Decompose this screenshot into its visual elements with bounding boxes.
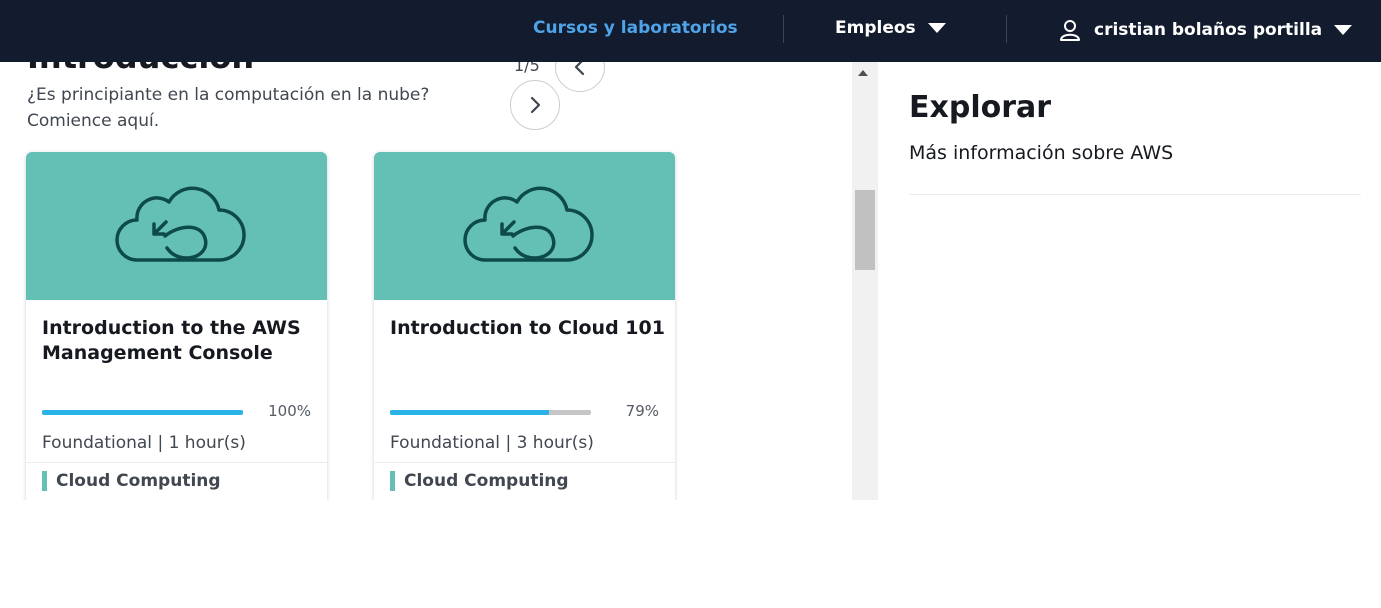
chevron-left-icon (574, 62, 585, 76)
tag-color-bar (42, 471, 47, 491)
progress-bar (42, 410, 243, 415)
vertical-scrollbar[interactable] (852, 62, 878, 500)
card-category-label: Cloud Computing (56, 471, 221, 491)
nav-separator (1006, 15, 1007, 43)
card-category-tag: Cloud Computing (390, 471, 569, 491)
caret-down-icon (927, 23, 946, 33)
card-divider (26, 462, 327, 463)
card-divider (374, 462, 675, 463)
progress-percent: 79% (625, 402, 659, 420)
user-name: cristian bolaños portilla (1094, 20, 1323, 40)
progress-bar (390, 410, 591, 415)
next-page-button[interactable] (510, 80, 560, 130)
progress-fill (390, 410, 549, 415)
nav-jobs-label: Empleos (835, 18, 916, 38)
course-carousel-section: Introducción 1/5 ¿Es principiante en la … (0, 62, 852, 500)
card-hero-image (26, 152, 327, 300)
scrollbar-thumb[interactable] (855, 190, 875, 270)
card-level-duration: Foundational | 1 hour(s) (42, 433, 246, 453)
course-card[interactable]: Introduction to the AWS Management Conso… (26, 152, 327, 500)
explore-panel: Explorar Más información sobre AWS (878, 62, 1381, 500)
nav-courses-link[interactable]: Cursos y laboratorios (533, 18, 738, 38)
progress-percent: 100% (268, 402, 311, 420)
cloud-icon (462, 186, 594, 262)
user-icon (1060, 20, 1080, 41)
previous-page-button[interactable] (555, 62, 605, 92)
course-card[interactable]: Introduction to Cloud 101 79% Foundation… (374, 152, 675, 500)
card-level-duration: Foundational | 3 hour(s) (390, 433, 594, 453)
card-title: Introduction to the AWS Management Conso… (42, 317, 301, 364)
tag-color-bar (390, 471, 395, 491)
chevron-right-icon (530, 96, 541, 114)
user-menu[interactable]: cristian bolaños portilla (1058, 18, 1353, 42)
card-title: Introduction to Cloud 101 (390, 317, 665, 339)
nav-separator (783, 15, 784, 43)
explore-link[interactable]: Más información sobre AWS (909, 142, 1173, 164)
card-category-tag: Cloud Computing (42, 471, 221, 491)
cloud-icon (114, 186, 246, 262)
progress-fill (42, 410, 243, 415)
nav-jobs-menu[interactable]: Empleos (835, 18, 946, 38)
explore-divider (909, 194, 1361, 195)
caret-down-icon (1334, 25, 1353, 35)
section-subtitle: ¿Es principiante en la computación en la… (27, 85, 430, 131)
section-title: Introducción (27, 62, 254, 76)
page-indicator: 1/5 (514, 62, 540, 75)
card-hero-image (374, 152, 675, 300)
top-navigation-bar: Cursos y laboratorios Empleos cristian b… (0, 0, 1381, 62)
scroll-up-arrow-icon[interactable] (858, 70, 868, 76)
explore-title: Explorar (909, 90, 1052, 125)
card-category-label: Cloud Computing (404, 471, 569, 491)
